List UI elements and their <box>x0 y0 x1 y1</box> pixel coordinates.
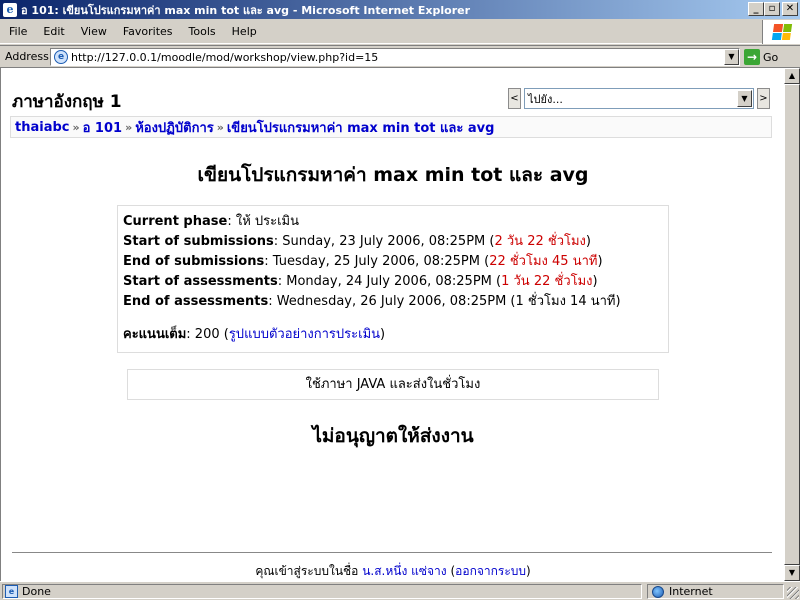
address-url: http://127.0.0.1/moodle/mod/workshop/vie… <box>71 50 379 64</box>
menu-view[interactable]: View <box>73 25 115 38</box>
close-button[interactable]: ✕ <box>782 2 798 16</box>
current-phase-row: Current phase: ให้ ประเมิน <box>123 212 663 232</box>
breadcrumb-sep: » <box>72 120 80 134</box>
grading-example-link[interactable]: รูปแบบตัวอย่างการประเมิน <box>229 327 380 342</box>
prev-activity-button[interactable]: < <box>508 88 521 109</box>
start-assessments-value: : Monday, 24 July 2006, 08:25PM ( <box>277 274 502 289</box>
user-profile-link[interactable]: น.ส.หนึ่ง แซ่จาง <box>362 564 446 578</box>
end-submissions-value: : Tuesday, 25 July 2006, 08:25PM ( <box>264 254 490 269</box>
page-viewport: ภาษาอังกฤษ 1 < ไปยัง... ▼ > thaiabc » อ … <box>0 68 784 581</box>
breadcrumb-workshops[interactable]: ห้องปฏิบัติการ <box>135 117 214 138</box>
status-text: e Done <box>2 584 642 599</box>
menu-bar: File Edit View Favorites Tools Help <box>0 20 800 44</box>
menu-tools[interactable]: Tools <box>181 25 224 38</box>
max-grade-value: : 200 ( <box>186 327 229 342</box>
workshop-info-box: Current phase: ให้ ประเมิน Start of subm… <box>117 205 669 353</box>
window-title: อ 101: เขียนโปรแกรมหาค่า max min tot และ… <box>21 3 471 17</box>
breadcrumb: thaiabc » อ 101 » ห้องปฏิบัติการ » เขียน… <box>10 116 772 138</box>
scroll-thumb[interactable] <box>784 84 800 565</box>
close-paren: ) <box>526 564 531 578</box>
end-assessments-value: : Wednesday, 26 July 2006, 08:25PM (1 ชั… <box>268 294 621 309</box>
open-paren: ( <box>446 564 456 578</box>
start-assessments-row: Start of assessments: Monday, 24 July 20… <box>123 272 663 292</box>
breadcrumb-current[interactable]: เขียนโปรแกรมหาค่า max min tot และ avg <box>227 117 495 138</box>
start-submissions-value: : Sunday, 23 July 2006, 08:25PM ( <box>273 234 495 249</box>
zone-label: Internet <box>669 585 713 598</box>
start-submissions-row: Start of submissions: Sunday, 23 July 20… <box>123 232 663 252</box>
menu-help[interactable]: Help <box>224 25 265 38</box>
breadcrumb-site[interactable]: thaiabc <box>15 120 69 135</box>
course-title: ภาษาอังกฤษ 1 <box>12 92 122 112</box>
vertical-scrollbar[interactable]: ▲ ▼ <box>784 68 800 581</box>
login-prefix: คุณเข้าสู่ระบบในชื่อ <box>255 564 363 578</box>
page-icon: e <box>54 50 68 64</box>
security-zone: Internet <box>647 584 784 599</box>
breadcrumb-course[interactable]: อ 101 <box>83 117 122 138</box>
chevron-down-icon: ▼ <box>737 90 752 107</box>
jump-select[interactable]: ไปยัง... ▼ <box>524 88 754 109</box>
end-assessments-label: End of assessments <box>123 294 269 309</box>
jump-select-value: ไปยัง... <box>528 92 563 106</box>
current-phase-label: Current phase <box>123 214 228 229</box>
windows-logo-icon <box>762 20 800 44</box>
login-info: คุณเข้าสู่ระบบในชื่อ น.ส.หนึ่ง แซ่จาง (อ… <box>1 562 784 581</box>
title-bar: e อ 101: เขียนโปรแกรมหาค่า max min tot แ… <box>0 0 800 19</box>
maximize-button[interactable]: ▫ <box>764 2 780 16</box>
submission-status-heading: ไม่อนุญาตให้ส่งงาน <box>312 425 474 447</box>
start-submissions-label: Start of submissions <box>123 234 274 249</box>
menu-favorites[interactable]: Favorites <box>115 25 181 38</box>
close-paren: ) <box>380 327 386 342</box>
window-controls: _ ▫ ✕ <box>748 2 798 16</box>
ie-page-icon: e <box>5 585 18 598</box>
ie-icon: e <box>3 2 17 17</box>
workshop-description: ใช้ภาษา JAVA และส่งในชั่วโมง <box>127 369 659 400</box>
go-button[interactable]: → Go <box>744 49 778 65</box>
go-arrow-icon: → <box>744 49 760 65</box>
breadcrumb-sep: » <box>216 120 224 134</box>
menu-file[interactable]: File <box>0 25 35 38</box>
resize-grip-icon[interactable] <box>787 587 799 599</box>
go-label: Go <box>763 50 779 64</box>
close-paren: ) <box>592 274 598 289</box>
footer-divider <box>12 552 772 553</box>
minimize-button[interactable]: _ <box>748 2 764 16</box>
close-paren: ) <box>597 254 603 269</box>
address-label: Address <box>5 50 49 63</box>
scroll-down-icon[interactable]: ▼ <box>784 565 800 581</box>
breadcrumb-sep: » <box>125 120 133 134</box>
menu-edit[interactable]: Edit <box>35 25 72 38</box>
page-title: เขียนโปรแกรมหาค่า max min tot และ avg <box>197 164 589 186</box>
globe-icon <box>652 585 664 598</box>
max-grade-row: คะแนนเต็ม: 200 (รูปแบบตัวอย่างการประเมิน… <box>123 325 663 345</box>
next-activity-button[interactable]: > <box>757 88 770 109</box>
status-done: Done <box>22 585 51 598</box>
end-submissions-label: End of submissions <box>123 254 265 269</box>
start-assessments-label: Start of assessments <box>123 274 278 289</box>
address-dropdown-icon[interactable]: ▼ <box>724 49 739 65</box>
start-assessments-remaining: 1 วัน 22 ชั่วโมง <box>501 274 593 289</box>
status-bar: e Done Internet <box>0 581 800 600</box>
current-phase-value: : ให้ ประเมิน <box>227 214 300 229</box>
scroll-up-icon[interactable]: ▲ <box>784 68 800 84</box>
logout-link[interactable]: ออกจากระบบ <box>455 564 526 578</box>
end-submissions-row: End of submissions: Tuesday, 25 July 200… <box>123 252 663 272</box>
start-submissions-remaining: 2 วัน 22 ชั่วโมง <box>494 234 586 249</box>
address-bar: Address e http://127.0.0.1/moodle/mod/wo… <box>0 45 800 68</box>
end-submissions-remaining: 22 ชั่วโมง 45 นาที <box>489 254 598 269</box>
max-grade-label: คะแนนเต็ม <box>123 327 187 342</box>
close-paren: ) <box>585 234 591 249</box>
address-input[interactable]: e http://127.0.0.1/moodle/mod/workshop/v… <box>50 48 740 66</box>
jump-navigation: < ไปยัง... ▼ > <box>508 88 770 109</box>
end-assessments-row: End of assessments: Wednesday, 26 July 2… <box>123 292 663 312</box>
status-spacer <box>643 584 645 599</box>
